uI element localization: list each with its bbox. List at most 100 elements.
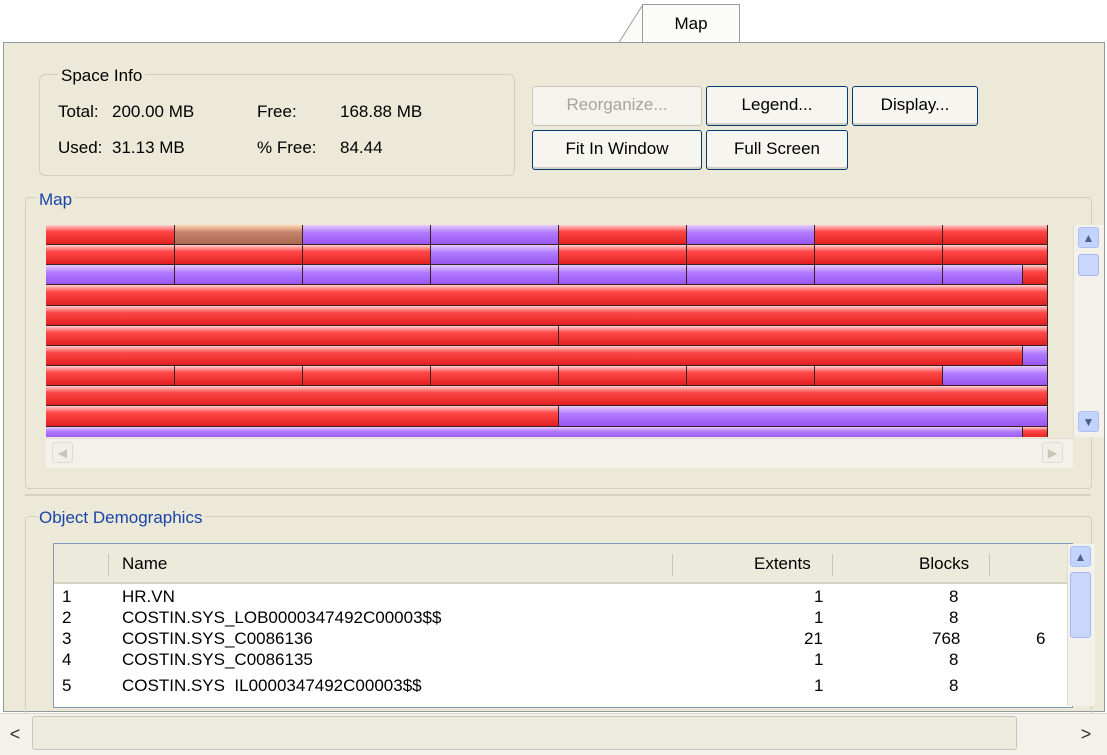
row-name: COSTIN.SYS_LOB0000347492C00003$$	[122, 608, 442, 627]
map-block[interactable]	[46, 366, 175, 386]
map-block[interactable]	[46, 406, 559, 427]
row-extents: 1	[814, 650, 824, 669]
map-block[interactable]	[303, 245, 431, 265]
row-number: 4	[62, 650, 72, 669]
column-divider[interactable]	[989, 554, 990, 576]
map-block[interactable]	[815, 245, 943, 265]
map-block[interactable]	[46, 346, 1023, 366]
reorganize-button[interactable]: Reorganize...	[532, 86, 702, 126]
map-block[interactable]	[815, 225, 943, 245]
row-number: 1	[62, 587, 72, 606]
display-button[interactable]: Display...	[852, 86, 978, 126]
map-block[interactable]	[1023, 265, 1048, 285]
map-horizontal-scrollbar[interactable]	[46, 438, 1073, 468]
map-block[interactable]	[431, 265, 559, 285]
scroll-up-icon[interactable]: ▲	[1078, 227, 1099, 248]
used-value: 31.13 MB	[112, 138, 185, 157]
pct-free-value: 84.44	[340, 138, 383, 157]
map-block[interactable]	[46, 285, 1048, 306]
scroll-right-icon[interactable]: >	[1068, 716, 1104, 752]
row-number: 5	[62, 676, 72, 692]
column-divider[interactable]	[672, 554, 673, 576]
map-block[interactable]	[303, 225, 431, 245]
map-block[interactable]	[559, 265, 687, 285]
map-block[interactable]	[46, 386, 1048, 406]
map-block[interactable]	[559, 406, 1048, 427]
tab-strip	[0, 0, 1107, 44]
map-block[interactable]	[815, 265, 943, 285]
map-block[interactable]	[559, 225, 687, 245]
row-extra: 6	[1036, 629, 1046, 648]
column-header-extents[interactable]: Extents	[754, 554, 811, 574]
map-block[interactable]	[46, 326, 559, 346]
map-block[interactable]	[175, 225, 303, 245]
free-label: Free:	[257, 102, 297, 121]
map-block[interactable]	[559, 326, 1048, 346]
map-block[interactable]	[303, 265, 431, 285]
fit-in-window-button[interactable]: Fit In Window	[532, 130, 702, 170]
full-screen-button[interactable]: Full Screen	[706, 130, 848, 170]
map-block[interactable]	[559, 245, 687, 265]
space-map[interactable]	[46, 225, 1048, 437]
map-block[interactable]	[46, 427, 1023, 437]
map-block[interactable]	[687, 245, 815, 265]
map-block[interactable]	[175, 245, 303, 265]
scroll-left-icon[interactable]: ◀	[52, 442, 73, 463]
space-info-title: Space Info	[58, 66, 146, 86]
map-block[interactable]	[431, 245, 559, 265]
pct-free-label: % Free:	[257, 138, 317, 157]
list-scroll-thumb[interactable]	[1070, 572, 1091, 638]
splitter[interactable]	[25, 494, 1090, 496]
map-block[interactable]	[1023, 427, 1048, 437]
map-block[interactable]	[687, 265, 815, 285]
map-block[interactable]	[943, 245, 1048, 265]
map-block[interactable]	[943, 366, 1048, 386]
table-row[interactable]: 4 COSTIN.SYS_C0086135 1 8	[54, 649, 1072, 671]
column-divider[interactable]	[832, 554, 833, 576]
scroll-left-icon[interactable]: <	[0, 716, 30, 752]
row-extents: 1	[814, 587, 824, 606]
map-block[interactable]	[943, 225, 1048, 245]
map-block[interactable]	[46, 225, 175, 245]
scroll-down-icon[interactable]: ▼	[1078, 411, 1099, 432]
map-block[interactable]	[943, 265, 1023, 285]
column-header-name[interactable]: Name	[122, 554, 167, 574]
legend-button[interactable]: Legend...	[706, 86, 848, 126]
table-row[interactable]: 5 COSTIN.SYS_IL0000347492C00003$$ 1 8	[54, 670, 1072, 692]
used-label: Used:	[58, 138, 103, 157]
map-block[interactable]	[431, 366, 559, 386]
total-label: Total:	[58, 102, 99, 121]
map-block[interactable]	[46, 306, 1048, 326]
map-scroll-thumb[interactable]	[1078, 254, 1099, 276]
object-list[interactable]: Name Extents Blocks 1 HR.VN 1 8 2 COSTIN…	[53, 543, 1073, 708]
map-block[interactable]	[175, 366, 303, 386]
scroll-up-icon[interactable]: ▲	[1070, 546, 1091, 567]
map-block[interactable]	[431, 225, 559, 245]
map-block[interactable]	[815, 366, 943, 386]
column-divider[interactable]	[108, 554, 109, 576]
map-block[interactable]	[303, 366, 431, 386]
row-number: 2	[62, 608, 72, 627]
table-row[interactable]: 2 COSTIN.SYS_LOB0000347492C00003$$ 1 8	[54, 607, 1072, 629]
row-blocks: 8	[949, 676, 959, 692]
page-scroll-thumb[interactable]	[32, 716, 1017, 750]
map-block[interactable]	[1023, 346, 1048, 366]
map-block[interactable]	[687, 225, 815, 245]
map-block[interactable]	[559, 366, 687, 386]
list-body: 1 HR.VN 1 8 2 COSTIN.SYS_LOB0000347492C0…	[54, 586, 1072, 706]
row-blocks: 768	[932, 629, 961, 648]
row-name: COSTIN.SYS_C0086135	[122, 650, 313, 669]
column-header-blocks[interactable]: Blocks	[919, 554, 969, 574]
row-extents: 21	[804, 629, 823, 648]
row-blocks: 8	[949, 608, 959, 627]
table-row[interactable]: 3 COSTIN.SYS_C0086136 21 768 6	[54, 628, 1072, 650]
map-block[interactable]	[175, 265, 303, 285]
row-number: 3	[62, 629, 72, 648]
table-row[interactable]: 1 HR.VN 1 8	[54, 586, 1072, 608]
map-block[interactable]	[46, 265, 175, 285]
map-block[interactable]	[46, 245, 175, 265]
map-block[interactable]	[687, 366, 815, 386]
scroll-right-icon[interactable]: ▶	[1042, 442, 1063, 463]
tab-map[interactable]: Map	[642, 4, 740, 43]
row-blocks: 8	[949, 587, 959, 606]
